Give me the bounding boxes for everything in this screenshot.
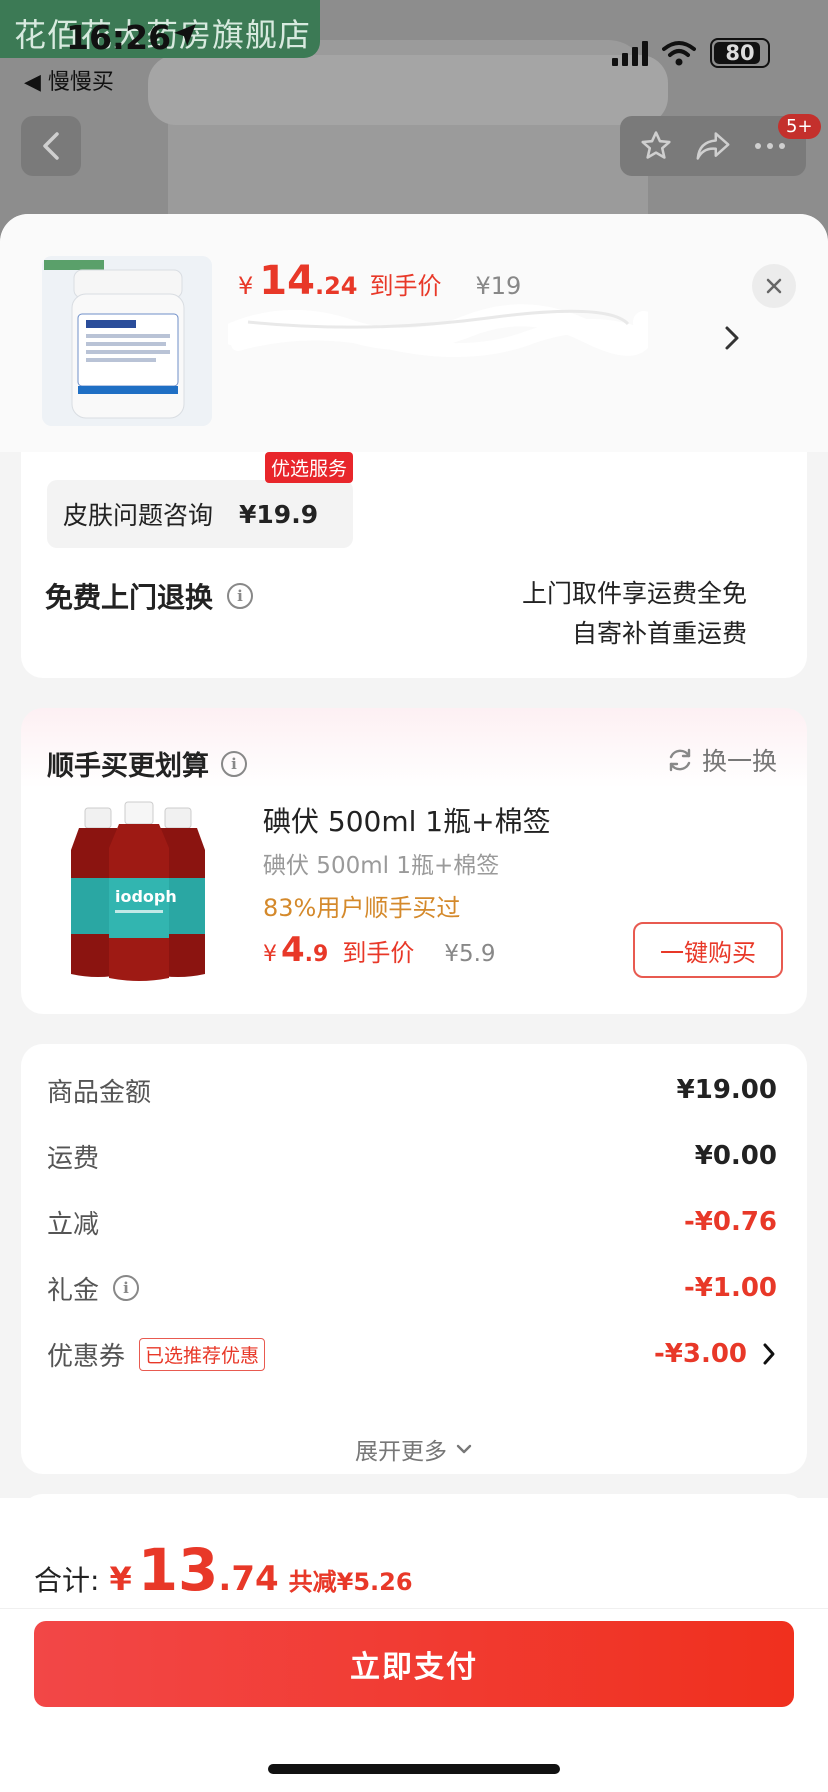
summary-label: 运费 — [47, 1143, 100, 1174]
addon-subtitle: 碘伏 500ml 1瓶+棉签 — [263, 853, 500, 879]
total-line: 合计: ¥ 13 .74 共减¥5.26 — [34, 1536, 413, 1604]
summary-row: 运费 ¥0.00 — [47, 1136, 777, 1176]
notification-badge: 5+ — [778, 114, 821, 139]
sheet-header: ¥ 14.24 到手价 ¥19 — [0, 214, 828, 452]
addon-price-decimal: .9 — [304, 942, 329, 967]
summary-label: 立减 — [47, 1209, 100, 1240]
iodine-bottles-image: iodoph — [45, 798, 231, 984]
summary-label: 商品金额 — [47, 1077, 152, 1108]
total-savings: 共减¥5.26 — [288, 1568, 413, 1596]
status-time: 16:26 — [66, 18, 172, 57]
chevron-down-icon — [456, 1444, 472, 1454]
share-icon[interactable] — [695, 130, 731, 162]
service-price: ¥19.9 — [239, 499, 319, 529]
more-icon[interactable] — [753, 141, 787, 151]
price-decimal: .24 — [314, 272, 358, 300]
service-name: 皮肤问题咨询 — [63, 501, 214, 530]
location-arrow-icon — [174, 24, 196, 46]
summary-row: 立减 -¥0.76 — [47, 1202, 777, 1242]
total-symbol: ¥ — [109, 1560, 132, 1598]
refresh-icon — [669, 748, 691, 772]
chevron-right-icon — [763, 1343, 775, 1365]
price-summary-card: 商品金额 ¥19.00 运费 ¥0.00 立减 -¥0.76 礼金 i -¥1.… — [21, 1044, 807, 1474]
summary-value: ¥0.00 — [694, 1141, 777, 1171]
redacted-scribble — [228, 304, 648, 358]
addon-price: ¥ 4.9 到手价 ¥5.9 — [263, 930, 496, 970]
service-option[interactable]: 皮肤问题咨询 ¥19.9 — [47, 480, 353, 548]
price-tag: 到手价 — [369, 272, 442, 300]
bottle-label: iodoph — [115, 887, 177, 906]
return-policy-line2: 自寄补首重运费 — [571, 619, 747, 648]
addon-title: 顺手买更划算 — [47, 751, 209, 782]
summary-value: -¥3.00 — [653, 1339, 747, 1369]
info-icon[interactable]: i — [227, 583, 254, 609]
coupon-label-group: 优惠券 已选推荐优惠 — [47, 1336, 266, 1373]
summary-value: ¥19.00 — [676, 1075, 777, 1105]
coupon-row[interactable]: 优惠券 已选推荐优惠 -¥3.00 — [47, 1334, 777, 1374]
refresh-button[interactable]: 换一换 — [666, 742, 777, 778]
header-price: ¥ 14.24 到手价 ¥19 — [238, 258, 521, 304]
service-badge: 优选服务 — [265, 452, 354, 483]
addon-product-image[interactable]: iodoph — [45, 798, 231, 984]
close-icon — [766, 278, 782, 294]
jar-product-image — [42, 256, 212, 426]
summary-label: 礼金 — [47, 1275, 100, 1306]
addon-price-symbol: ¥ — [263, 942, 277, 967]
coupon-value-group: -¥3.00 — [654, 1339, 777, 1369]
checkout-footer: 合计: ¥ 13 .74 共减¥5.26 立即支付 — [0, 1498, 828, 1792]
price-symbol: ¥ — [238, 272, 254, 300]
back-button[interactable] — [21, 116, 81, 176]
addon-price-integer: 4 — [281, 930, 305, 970]
addon-card: 顺手买更划算 i 换一换 iodoph 碘伏 500ml 1瓶+棉签 碘伏 50… — [21, 708, 807, 1014]
return-policy-line1: 上门取件享运费全免 — [521, 579, 747, 608]
battery-level: 80 — [725, 41, 755, 65]
summary-row: 商品金额 ¥19.00 — [47, 1070, 777, 1110]
summary-value: -¥0.76 — [683, 1207, 777, 1237]
status-icons: 80 — [612, 38, 770, 68]
expand-more-label: 展开更多 — [355, 1439, 447, 1465]
return-policy-title: 免费上门退换 i — [45, 576, 254, 616]
service-card: 皮肤问题咨询 ¥19.9 优选服务 免费上门退换 i 上门取件享运费全免 自寄补… — [21, 436, 807, 678]
back-to-app-link[interactable]: ◀ 慢慢买 — [24, 64, 114, 96]
info-icon[interactable]: i — [221, 750, 247, 777]
summary-label-with-info: 礼金 i — [47, 1270, 140, 1307]
divider — [0, 1608, 828, 1609]
wifi-icon — [662, 41, 696, 66]
summary-row: 礼金 i -¥1.00 — [47, 1268, 777, 1308]
coupon-tag: 已选推荐优惠 — [139, 1337, 266, 1371]
product-thumbnail[interactable] — [42, 256, 212, 426]
addon-name[interactable]: 碘伏 500ml 1瓶+棉签 — [263, 800, 551, 840]
return-policy-label: 免费上门退换 — [45, 581, 214, 614]
info-icon[interactable]: i — [113, 1275, 140, 1301]
signal-icon — [612, 40, 648, 66]
star-icon[interactable] — [639, 129, 673, 163]
chevron-right-icon[interactable] — [722, 324, 742, 352]
total-label: 合计: — [34, 1564, 100, 1597]
close-button[interactable] — [752, 264, 796, 308]
addon-price-tag: 到手价 — [342, 939, 415, 967]
refresh-label: 换一换 — [701, 747, 777, 776]
pay-now-button[interactable]: 立即支付 — [34, 1621, 794, 1707]
summary-value: -¥1.00 — [683, 1273, 777, 1303]
addon-section-title: 顺手买更划算 i — [47, 744, 247, 783]
addon-original-price: ¥5.9 — [444, 941, 496, 967]
addon-users-stat: 83%用户顺手买过 — [263, 894, 461, 922]
chevron-left-icon — [43, 132, 59, 160]
price-integer: 14 — [259, 258, 315, 304]
battery-icon: 80 — [710, 38, 770, 68]
summary-label: 优惠券 — [47, 1341, 126, 1372]
total-decimal: .74 — [218, 1559, 279, 1599]
product-jar-lid-background — [148, 55, 668, 125]
return-policy-description: 上门取件享运费全免 自寄补首重运费 — [522, 574, 747, 654]
original-price: ¥19 — [475, 272, 522, 300]
expand-more-button[interactable]: 展开更多 — [21, 1432, 807, 1466]
quick-buy-button[interactable]: 一键购买 — [633, 922, 783, 978]
total-integer: 13 — [137, 1536, 219, 1604]
home-indicator[interactable] — [268, 1764, 560, 1774]
